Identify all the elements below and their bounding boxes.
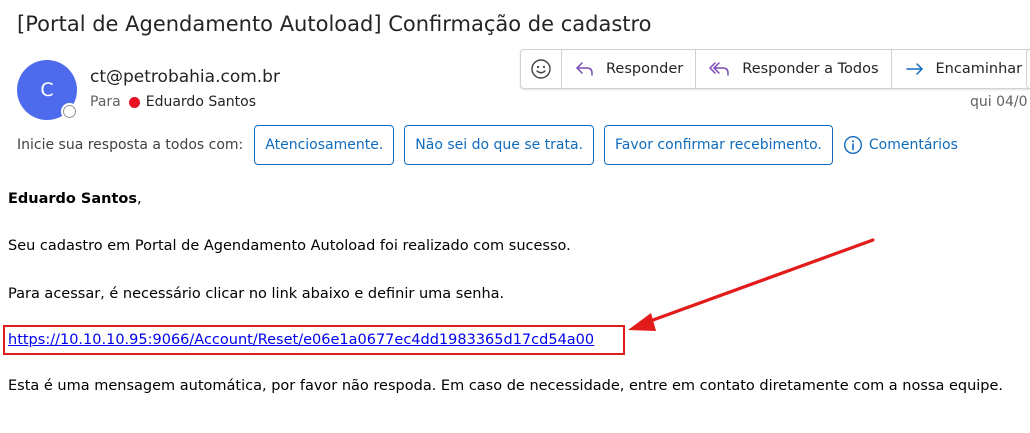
greeting-comma: , bbox=[137, 191, 142, 207]
comments-link[interactable]: Comentários bbox=[843, 135, 958, 155]
comments-label: Comentários bbox=[868, 137, 958, 153]
recipients-row: Para Eduardo Santos bbox=[90, 94, 256, 110]
reply-all-icon bbox=[709, 62, 730, 76]
body-line-3: Esta é uma mensagem automática, por favo… bbox=[8, 378, 1004, 394]
smiley-icon bbox=[531, 59, 551, 79]
reply-all-label: Responder a Todos bbox=[742, 61, 879, 77]
reply-label: Responder bbox=[606, 61, 684, 77]
reply-all-button[interactable]: Responder a Todos bbox=[696, 50, 892, 88]
quick-reply-row: Inicie sua resposta a todos com: Atencio… bbox=[17, 125, 958, 165]
greeting: Eduardo Santos, bbox=[8, 191, 142, 207]
quick-reply-label: Inicie sua resposta a todos com: bbox=[17, 137, 244, 153]
reply-button[interactable]: Responder bbox=[562, 50, 697, 88]
recipient-status-icon bbox=[128, 96, 140, 108]
suggestion-confirmar[interactable]: Favor confirmar recebimento. bbox=[604, 125, 833, 165]
email-date: qui 04/0 bbox=[970, 94, 1028, 110]
forward-label: Encaminhar bbox=[935, 61, 1023, 77]
body-line-1: Seu cadastro em Portal de Agendamento Au… bbox=[8, 238, 571, 254]
body-line-2: Para acessar, é necessário clicar no lin… bbox=[8, 286, 505, 302]
suggestion-atenciosamente[interactable]: Atenciosamente. bbox=[254, 125, 395, 165]
reset-link[interactable]: https://10.10.10.95:9066/Account/Reset/e… bbox=[8, 332, 594, 348]
suggestion-nao-sei[interactable]: Não sei do que se trata. bbox=[404, 125, 595, 165]
more-actions-button[interactable] bbox=[1026, 49, 1030, 89]
message-toolbar: Responder Responder a Todos Encaminhar bbox=[520, 49, 1030, 89]
react-button[interactable] bbox=[521, 50, 562, 88]
sender-address[interactable]: ct@petrobahia.com.br bbox=[90, 67, 280, 87]
reply-icon bbox=[576, 62, 593, 76]
presence-status-icon bbox=[61, 103, 78, 120]
forward-button[interactable]: Encaminhar bbox=[892, 50, 1030, 88]
to-label: Para bbox=[90, 94, 121, 110]
info-icon bbox=[843, 135, 862, 155]
email-subject: [Portal de Agendamento Autoload] Confirm… bbox=[17, 12, 652, 36]
avatar-initial: C bbox=[40, 79, 54, 101]
forward-icon bbox=[905, 63, 923, 75]
recipient-name[interactable]: Eduardo Santos bbox=[146, 94, 256, 110]
greeting-name: Eduardo Santos bbox=[8, 191, 138, 207]
